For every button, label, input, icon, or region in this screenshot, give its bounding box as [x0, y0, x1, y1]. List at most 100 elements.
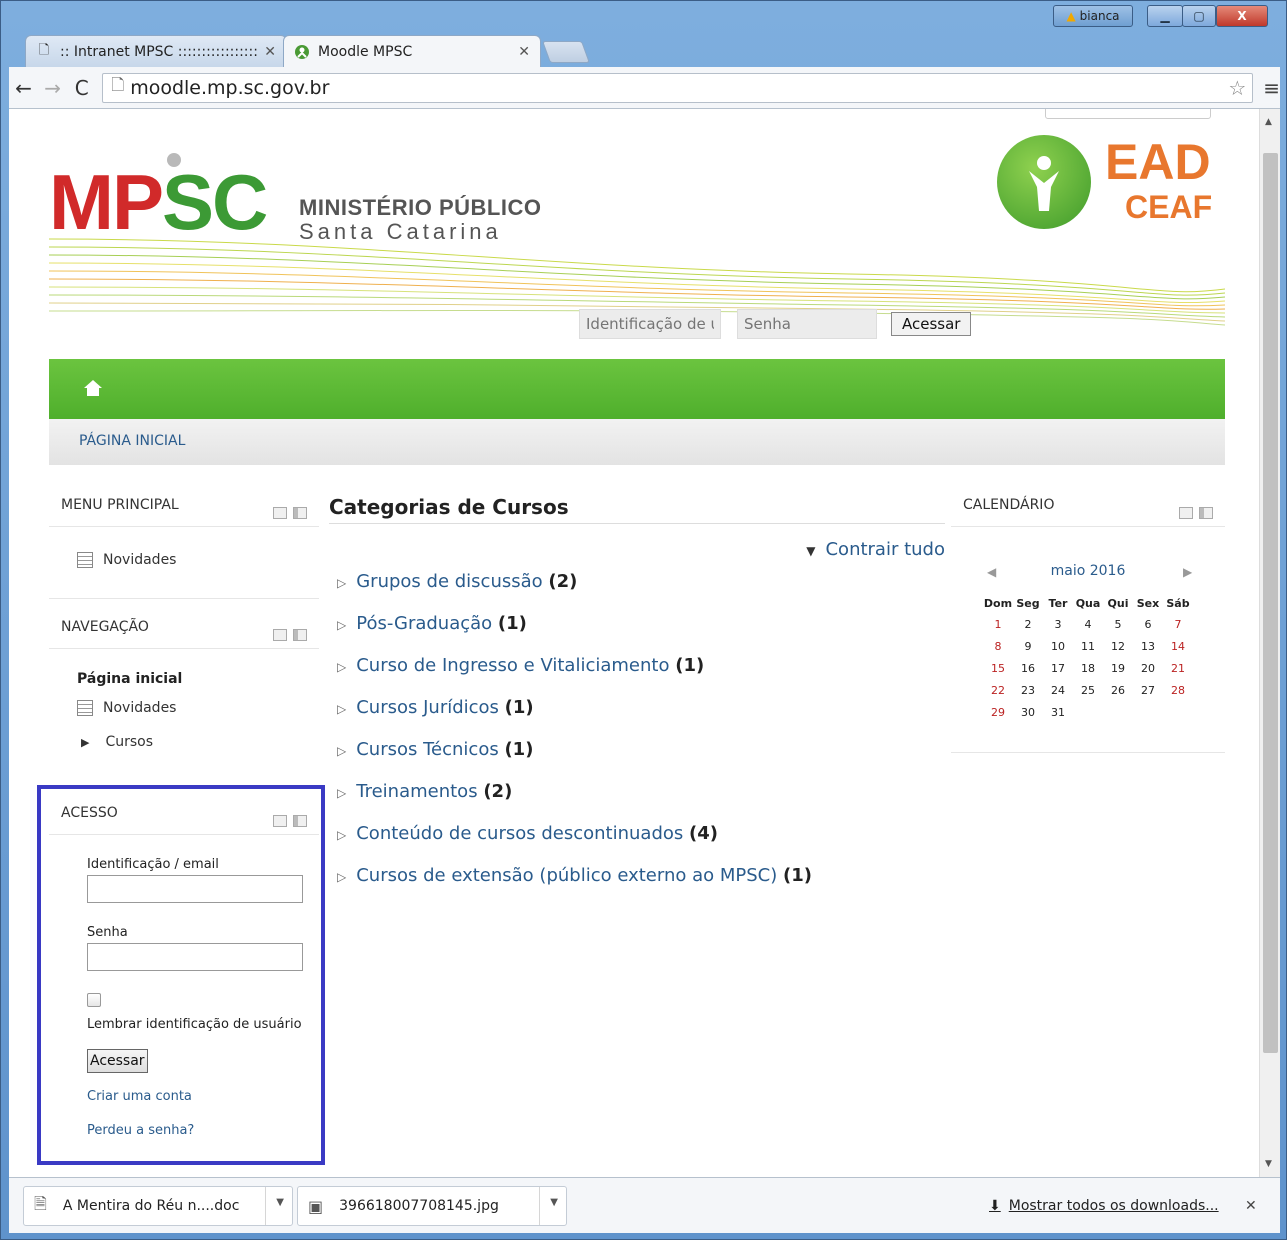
calendar-day: 8 [994, 639, 1002, 653]
breadcrumb-home-link[interactable]: PÁGINA INICIAL [79, 433, 185, 449]
header-username-input[interactable] [579, 309, 721, 339]
login-button[interactable]: Acessar [87, 1049, 148, 1073]
expand-triangle-icon: ▷ [337, 828, 347, 842]
header-password-input[interactable] [737, 309, 877, 339]
category-count: (1) [504, 739, 534, 760]
block-calendario: CALENDÁRIO ◀ maio 2016 ▶ Dom Seg Ter Qua… [951, 481, 1225, 753]
user-profile-badge[interactable]: ▲ bianca [1053, 5, 1133, 27]
dock-block-icon[interactable] [1199, 507, 1213, 519]
category-item[interactable]: ▷ Pós-Graduação (1) [337, 613, 527, 634]
breadcrumb: PÁGINA INICIAL [49, 419, 1225, 465]
weekday-header: Ter [1048, 596, 1068, 610]
calendar-day: 15 [991, 661, 1005, 675]
close-icon[interactable]: ✕ [518, 44, 530, 60]
category-name: Cursos Técnicos [356, 739, 499, 760]
category-item[interactable]: ▷ Treinamentos (2) [337, 781, 512, 802]
calendar-grid: Dom Seg Ter Qua Qui Sex Sáb 1 2 3 4 5 6 … [983, 593, 1193, 723]
scroll-up-arrow-icon[interactable]: ▲ [1265, 117, 1272, 127]
minimize-block-icon[interactable] [273, 629, 287, 641]
collapse-all-link[interactable]: ▼ Contrair tudo [806, 539, 945, 560]
header-login-button[interactable]: Acessar [891, 312, 972, 336]
url-text: moodle.mp.sc.gov.br [130, 76, 330, 99]
forward-arrow-icon[interactable]: → [38, 76, 67, 100]
nav-item-cursos[interactable]: ▶ Cursos [81, 731, 153, 750]
calendar-day: 17 [1051, 661, 1065, 675]
close-downloads-icon[interactable]: ✕ [1245, 1198, 1257, 1214]
next-month-icon[interactable]: ▶ [1183, 565, 1192, 579]
tab-moodle[interactable]: Moodle MPSC ✕ [283, 35, 541, 68]
menu-icon[interactable]: ≡ [1263, 76, 1280, 100]
calendar-day: 18 [1081, 661, 1095, 675]
tab-title: :: Intranet MPSC ::::::::::::::::: [60, 43, 258, 60]
category-name: Conteúdo de cursos descontinuados [356, 823, 684, 844]
page-scrollbar[interactable]: ▲ ▼ [1259, 109, 1280, 1177]
download-item[interactable]: 🗎 A Mentira do Réu n....doc ▼ [23, 1186, 293, 1226]
block-header: MENU PRINCIPAL [49, 481, 319, 527]
calendar-day: 12 [1111, 639, 1125, 653]
chevron-down-icon[interactable]: ▼ [550, 1197, 558, 1208]
minimize-block-icon[interactable] [273, 815, 287, 827]
language-select[interactable] [1045, 109, 1211, 119]
globe-person-icon [997, 135, 1091, 229]
calendar-day: 22 [991, 683, 1005, 697]
category-name: Curso de Ingresso e Vitaliciamento [356, 655, 670, 676]
category-count: (1) [504, 697, 534, 718]
minimize-button[interactable]: ▁ [1147, 5, 1183, 27]
scroll-down-arrow-icon[interactable]: ▼ [1265, 1159, 1272, 1169]
tab-intranet[interactable]: 🗋 :: Intranet MPSC ::::::::::::::::: ✕ [25, 35, 287, 67]
block-navegacao: NAVEGAÇÃO Página inicial Novidades ▶ Curs… [49, 603, 319, 783]
password-input[interactable] [87, 943, 303, 971]
category-item[interactable]: ▷ Cursos Técnicos (1) [337, 739, 533, 760]
download-item[interactable]: ▣ 396618007708145.jpg ▼ [297, 1186, 567, 1226]
menu-item-label: Novidades [103, 552, 177, 568]
back-arrow-icon[interactable]: ← [9, 76, 38, 100]
nav-item-label: Cursos [105, 734, 154, 750]
weekday-header: Sáb [1166, 596, 1190, 610]
category-item[interactable]: ▷ Curso de Ingresso e Vitaliciamento (1) [337, 655, 704, 676]
reload-icon[interactable]: C [67, 76, 96, 100]
category-name: Cursos Jurídicos [356, 697, 499, 718]
calendar-day: 30 [1021, 705, 1035, 719]
show-all-downloads-link[interactable]: ⬇ Mostrar todos os downloads... [989, 1198, 1219, 1214]
maximize-button[interactable]: ▢ [1182, 5, 1216, 27]
chevron-down-icon[interactable]: ▼ [276, 1197, 284, 1208]
remember-username-checkbox[interactable] [87, 993, 101, 1007]
menu-item-novidades[interactable]: Novidades [77, 549, 176, 568]
expand-triangle-icon: ▷ [337, 702, 347, 716]
nav-home-link[interactable]: Página inicial [77, 671, 182, 687]
dock-block-icon[interactable] [293, 507, 307, 519]
address-bar[interactable]: 🗋 moodle.mp.sc.gov.br ☆ [102, 72, 1254, 103]
scrollbar-thumb[interactable] [1263, 153, 1278, 1053]
dock-block-icon[interactable] [293, 629, 307, 641]
category-count: (2) [548, 571, 578, 592]
block-title: CALENDÁRIO [963, 497, 1055, 513]
calendar-day: 20 [1141, 661, 1155, 675]
category-item[interactable]: ▷ Conteúdo de cursos descontinuados (4) [337, 823, 718, 844]
nav-item-novidades[interactable]: Novidades [77, 697, 176, 716]
calendar-day: 14 [1171, 639, 1185, 653]
weekday-header: Seg [1016, 596, 1040, 610]
username-input[interactable] [87, 875, 303, 903]
password-label: Senha [87, 925, 128, 940]
window-close-button[interactable]: X [1216, 5, 1268, 27]
close-icon[interactable]: ✕ [264, 44, 276, 60]
category-item[interactable]: ▷ Cursos de extensão (público externo ao … [337, 865, 812, 886]
home-icon[interactable] [83, 379, 103, 397]
image-file-icon: ▣ [308, 1196, 324, 1216]
minimize-block-icon[interactable] [273, 507, 287, 519]
calendar-day: 24 [1051, 683, 1065, 697]
category-count: (2) [483, 781, 513, 802]
calendar-day: 5 [1114, 617, 1122, 631]
new-tab-button[interactable] [541, 41, 591, 63]
category-item[interactable]: ▷ Grupos de discussão (2) [337, 571, 577, 592]
category-item[interactable]: ▷ Cursos Jurídicos (1) [337, 697, 534, 718]
dock-block-icon[interactable] [293, 815, 307, 827]
lost-password-link[interactable]: Perdeu a senha? [87, 1123, 194, 1138]
minimize-block-icon[interactable] [1179, 507, 1193, 519]
category-count: (1) [497, 613, 527, 634]
create-account-link[interactable]: Criar uma conta [87, 1089, 192, 1104]
bookmark-star-icon[interactable]: ☆ [1228, 76, 1246, 100]
tab-title: Moodle MPSC [318, 44, 413, 60]
divider [265, 1187, 266, 1225]
expand-triangle-icon: ▷ [337, 576, 347, 590]
